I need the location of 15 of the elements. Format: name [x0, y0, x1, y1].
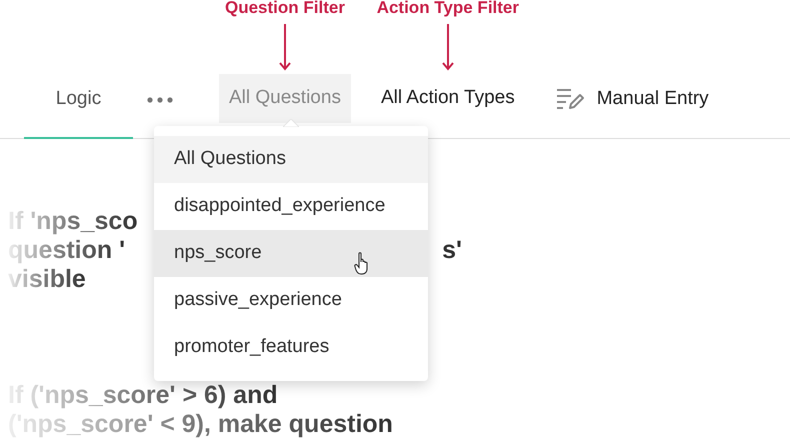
annotation-arrow — [278, 24, 291, 71]
menu-item[interactable]: passive_experience — [154, 277, 428, 324]
menu-item[interactable]: promoter_features — [154, 324, 428, 371]
annotation-label: Action Type Filter — [376, 0, 519, 18]
manual-entry-button[interactable]: Manual Entry — [556, 84, 709, 114]
rule-text: s' — [442, 236, 462, 265]
menu-item[interactable]: nps_score — [154, 230, 428, 277]
menu-item[interactable]: disappointed_experience — [154, 183, 428, 230]
hand-cursor-icon — [354, 252, 370, 276]
tab[interactable]: Logic — [24, 61, 133, 139]
edit-list-icon — [556, 87, 586, 111]
annotation-label: Question Filter — [224, 0, 345, 18]
more-icon[interactable] — [147, 97, 173, 103]
menu-item[interactable]: All Questions — [154, 136, 428, 183]
annotation-arrow — [442, 24, 454, 71]
